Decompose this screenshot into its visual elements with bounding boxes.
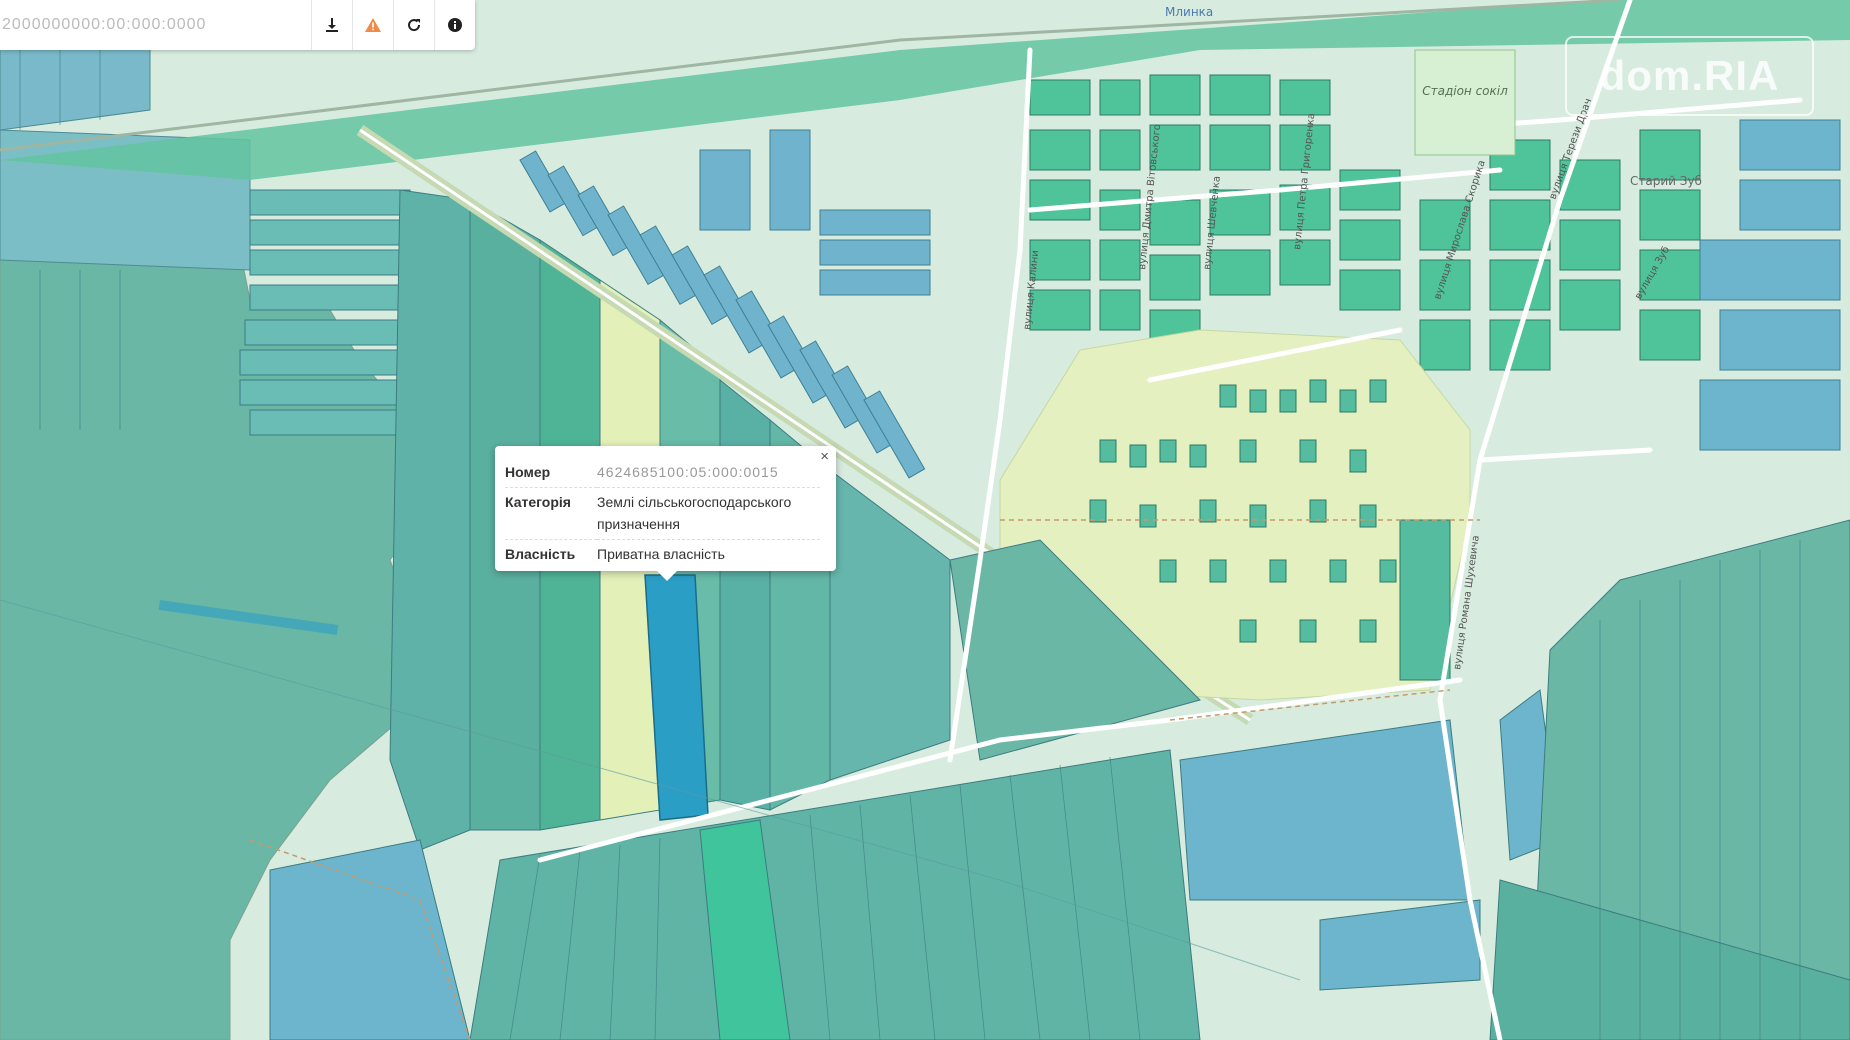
stadium-label: Стадіон сокіл: [1422, 84, 1508, 98]
row-key: Власність: [505, 546, 576, 562]
refresh-icon: [408, 19, 421, 32]
table-row: Категорія Землі сільськогосподарського п…: [505, 487, 820, 540]
parcel-info-table: Номер 4624685100:05:000:0015 Категорія З…: [505, 458, 820, 569]
parcel-ownership-value: Приватна власність: [597, 546, 725, 562]
old-zub-label: Старий Зуб: [1630, 174, 1702, 188]
table-row: Номер 4624685100:05:000:0015: [505, 458, 820, 488]
popup-close-button[interactable]: ×: [820, 448, 829, 465]
cadastral-number-input[interactable]: 2000000000:00:000:0000: [0, 16, 311, 34]
download-icon: [326, 18, 338, 32]
table-row: Власність Приватна власність: [505, 540, 820, 570]
stadium: [1414, 49, 1516, 156]
cadastral-map[interactable]: Стадіон сокіл Млинка Старий Зуб вулиця К…: [0, 0, 1850, 1040]
info-icon: [448, 18, 462, 32]
download-button[interactable]: [311, 0, 352, 50]
watermark-logo: dom.RIA: [1565, 36, 1814, 116]
row-key: Номер: [505, 458, 597, 488]
map-toolbar: 2000000000:00:000:0000: [0, 0, 475, 50]
parcel-info-popup: × Номер 4624685100:05:000:0015 Категорія…: [495, 446, 836, 581]
parcel-number-value: 4624685100:05:000:0015: [597, 458, 820, 488]
report-issue-button[interactable]: [352, 0, 393, 50]
parcel-category-value: Землі сільськогосподарського призначення: [597, 487, 820, 540]
river-label: Млинка: [1165, 5, 1213, 19]
refresh-button[interactable]: [393, 0, 434, 50]
row-key: Категорія: [505, 487, 597, 540]
info-button[interactable]: [434, 0, 475, 50]
warning-triangle-icon: [365, 18, 381, 32]
